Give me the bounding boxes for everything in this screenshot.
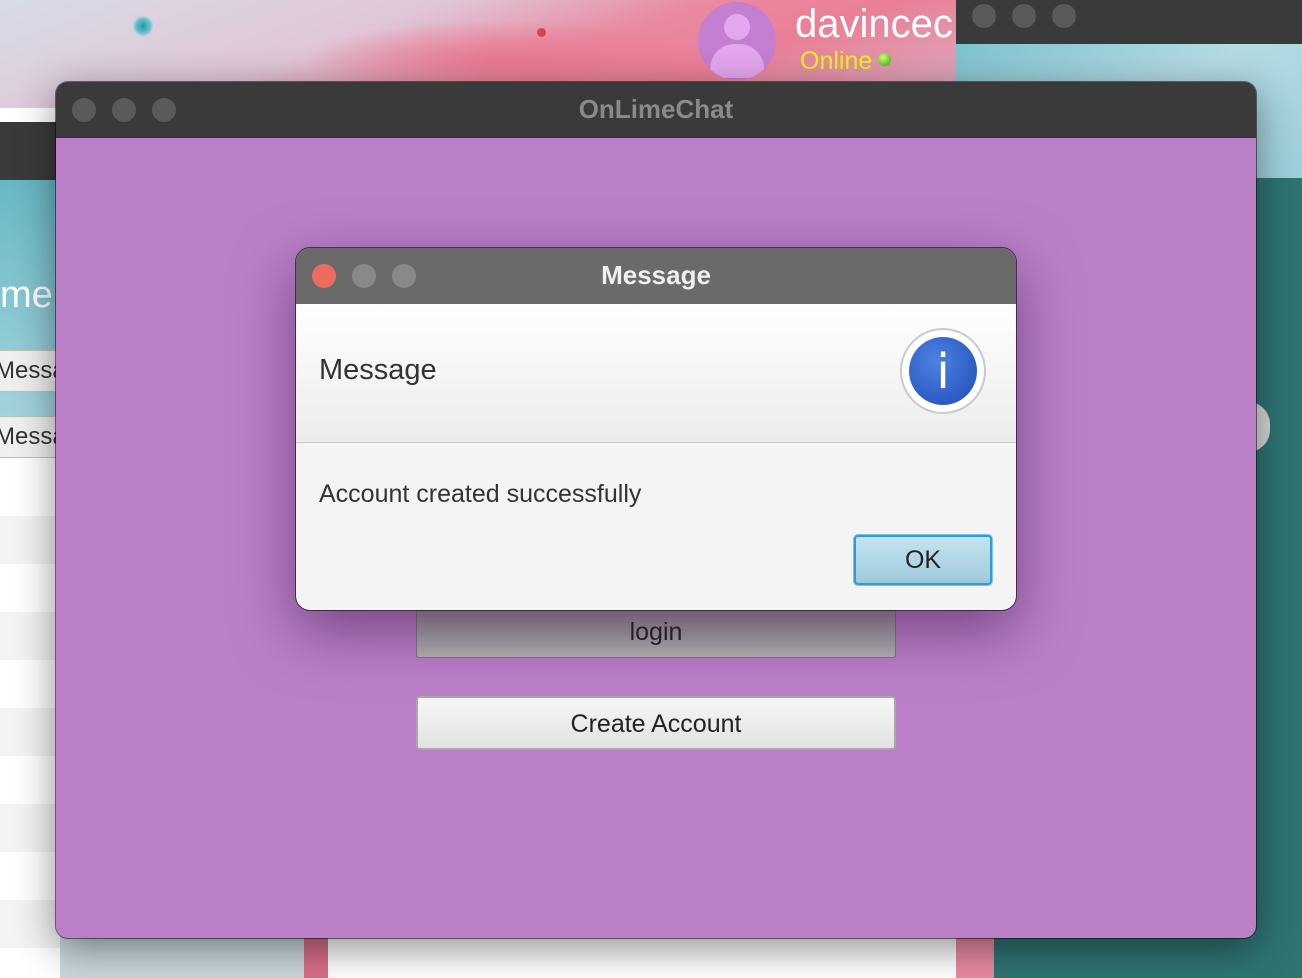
message-button[interactable]: Messa (0, 416, 62, 458)
dialog-header: Message i (296, 304, 1016, 443)
background-titlebar (0, 122, 60, 182)
info-icon: i (902, 330, 984, 412)
user-avatar-icon (698, 2, 776, 80)
dialog-message: Account created successfully (319, 480, 642, 508)
background-decoration (956, 935, 994, 978)
username: davincec (795, 2, 953, 46)
window-title: OnLimeChat (578, 94, 734, 124)
online-dot-icon (878, 53, 891, 66)
window-minimize-icon[interactable] (1012, 4, 1036, 28)
message-list (0, 468, 60, 978)
window-close-icon[interactable] (972, 4, 996, 28)
online-status: Online (800, 47, 873, 75)
ok-button[interactable]: OK (854, 535, 992, 585)
avatar-head (724, 14, 750, 40)
background-heading: me (0, 274, 53, 316)
dialog-titlebar: Message (296, 248, 1016, 304)
background-decoration (537, 28, 546, 37)
background-titlebar (956, 0, 1302, 44)
message-button[interactable]: Messa (0, 350, 62, 392)
login-button[interactable]: login (416, 602, 896, 658)
create-account-button[interactable]: Create Account (416, 696, 896, 750)
info-icon-glyph: i (909, 337, 977, 405)
dialog-title: Message (601, 260, 711, 290)
avatar-body (710, 44, 764, 78)
main-titlebar: OnLimeChat (56, 82, 1256, 138)
background-decoration (133, 16, 153, 36)
message-dialog: Message Message i Account created succes… (296, 248, 1016, 610)
window-zoom-icon[interactable] (1052, 4, 1076, 28)
background-window-left: me Messa Messa (0, 108, 62, 978)
dialog-header-text: Message (319, 354, 437, 386)
